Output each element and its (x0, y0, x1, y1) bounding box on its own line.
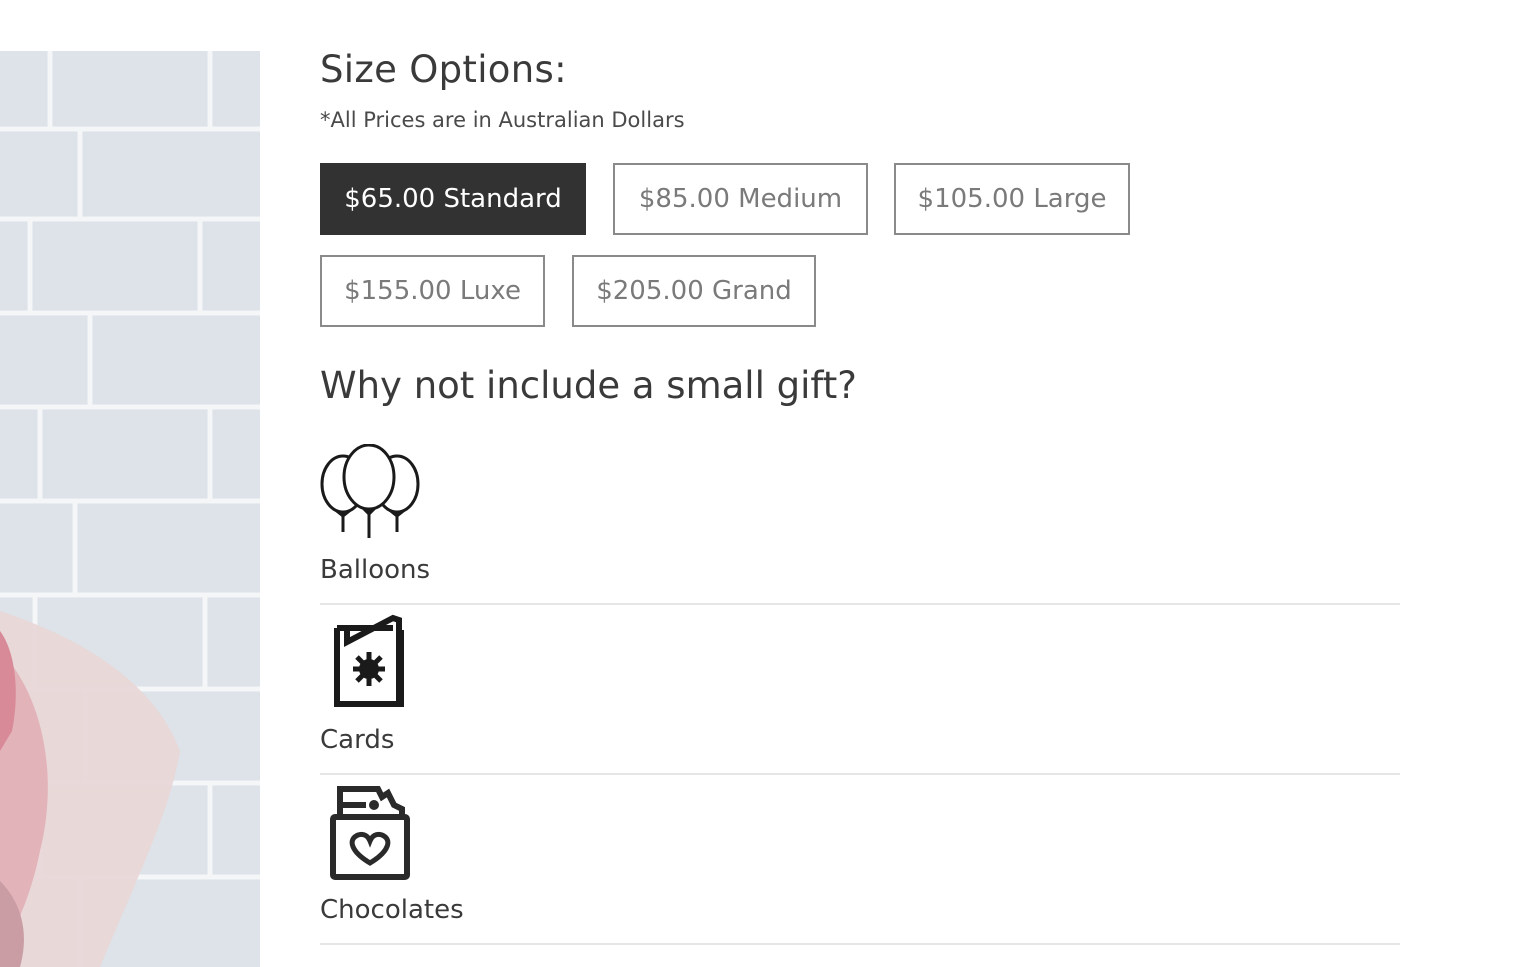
size-option-medium[interactable]: $85.00 Medium (613, 163, 868, 235)
gift-label-chocolates: Chocolates (320, 895, 464, 925)
gift-label-balloons: Balloons (320, 555, 431, 585)
price-note: *All Prices are in Australian Dollars (320, 108, 685, 132)
chocolate-icon (330, 783, 410, 886)
gift-item-chocolates[interactable]: Chocolates (320, 775, 1400, 945)
size-option-large[interactable]: $105.00 Large (894, 163, 1130, 235)
size-options-title: Size Options: (320, 48, 567, 91)
card-icon (333, 614, 405, 713)
gift-item-balloons[interactable]: Balloons (320, 438, 1400, 605)
gift-item-cards[interactable]: Cards (320, 605, 1400, 775)
brick-wall-image (0, 51, 260, 967)
size-option-grand[interactable]: $205.00 Grand (572, 255, 816, 327)
gift-label-cards: Cards (320, 725, 395, 755)
gift-section-title: Why not include a small gift? (320, 364, 857, 407)
size-option-luxe[interactable]: $155.00 Luxe (320, 255, 545, 327)
balloons-icon (320, 443, 420, 543)
size-option-standard[interactable]: $65.00 Standard (320, 163, 586, 235)
product-image (0, 51, 260, 967)
